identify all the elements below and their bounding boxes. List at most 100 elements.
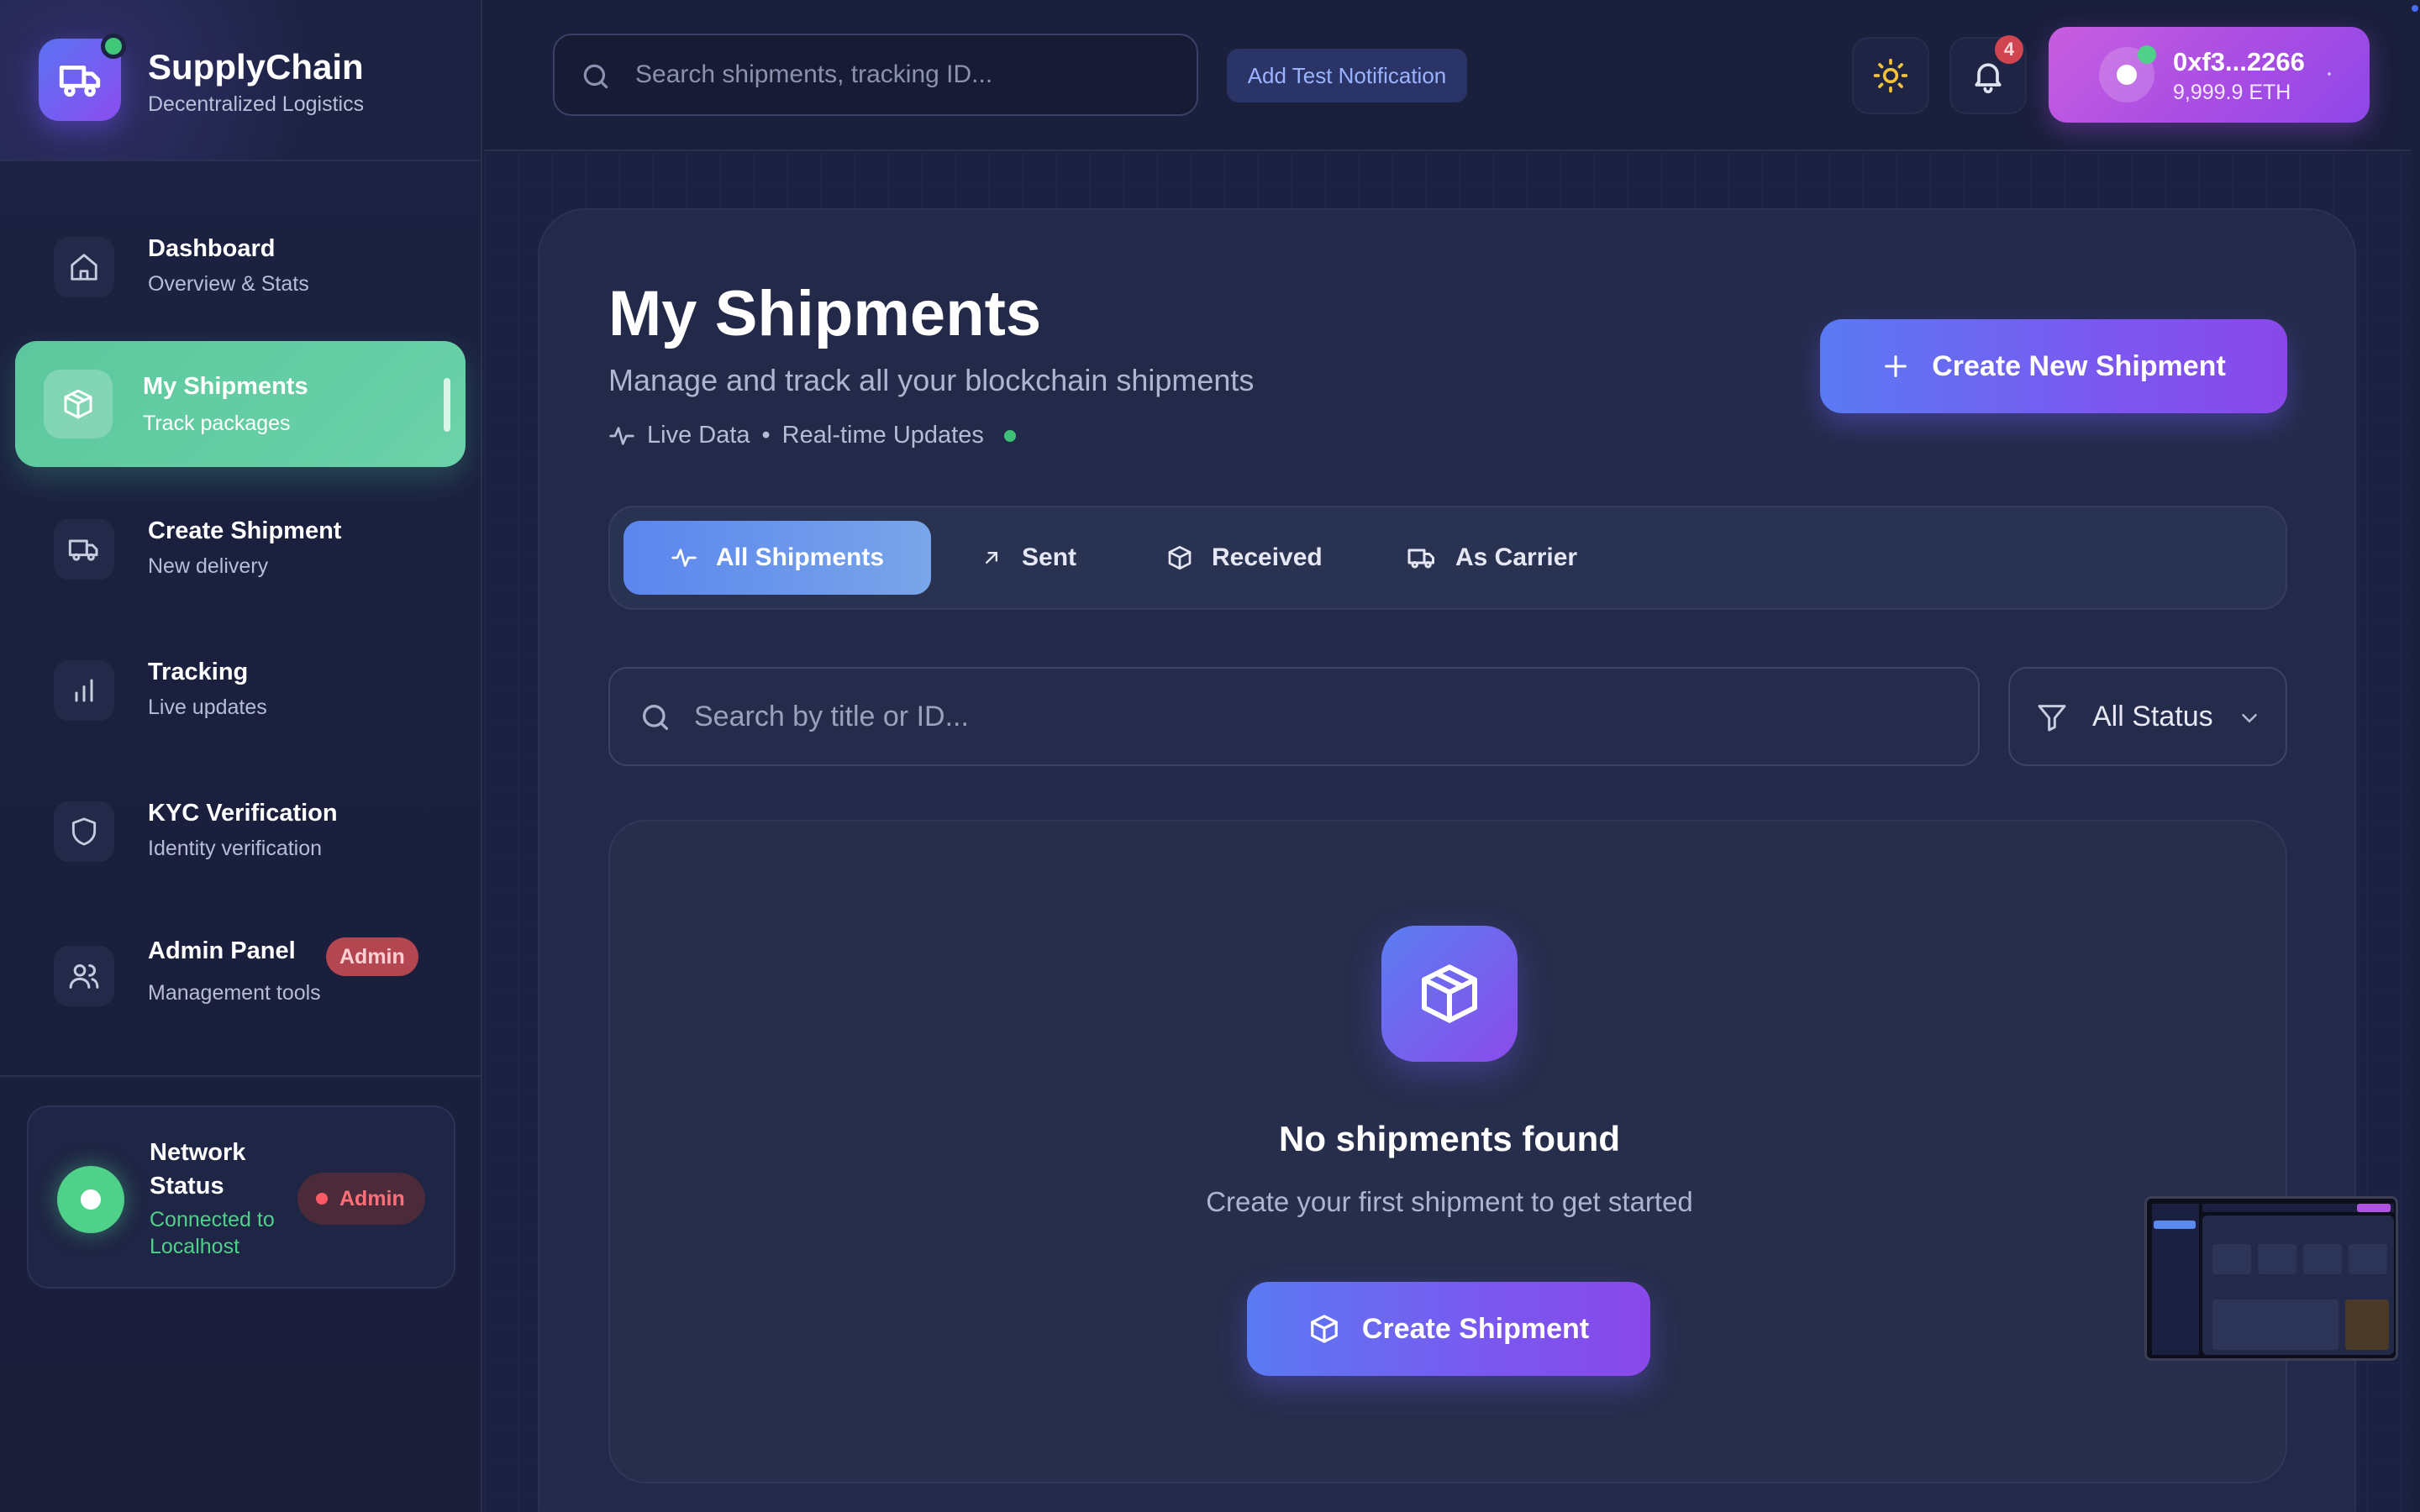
shipment-search-input[interactable]: Search by title or ID... [608,667,1980,766]
scrollbar-thumb[interactable] [2412,5,2418,12]
sidebar-item-subtitle: Overview & Stats [148,272,309,296]
network-admin-badge: Admin [297,1173,425,1225]
arrow-up-right-icon [986,552,997,564]
sidebar-item-admin-panel[interactable]: Admin Panel Admin Management tools [15,911,466,1037]
search-icon [583,64,608,89]
sidebar-item-title: Admin Panel [148,937,296,964]
wallet-balance: 9,999.9 ETH [2173,81,2291,104]
sidebar: SupplyChain Decentralized Logistics Dash… [0,0,482,1512]
page-subtitle: Manage and track all your blockchain shi… [608,363,1255,397]
brand-header: SupplyChain Decentralized Logistics [0,0,482,161]
live-indicator-dot [1003,429,1016,442]
preview-card [2345,1299,2389,1350]
package-icon [1311,1315,1338,1343]
sidebar-item-title: KYC Verification [148,800,338,827]
sidebar-item-subtitle: Management tools [148,981,321,1005]
preview-card [2212,1244,2251,1274]
wallet-connected-indicator [2138,45,2156,64]
preview-selected-item [2154,1221,2196,1229]
notification-count-badge: 4 [1995,35,2023,64]
sidebar-item-create-shipment[interactable]: Create Shipment New delivery [15,484,466,610]
sidebar-divider [0,1075,482,1077]
sidebar-item-kyc[interactable]: KYC Verification Identity verification [15,766,466,892]
add-test-notification-button[interactable]: Add Test Notification [1227,49,1467,102]
activity-icon [671,549,697,567]
package-icon [1422,964,1477,1023]
create-shipment-button[interactable]: Create Shipment [1247,1282,1650,1376]
badge-dot [316,1193,328,1205]
wallet-avatar [2099,45,2156,102]
sidebar-item-subtitle: Track packages [143,412,291,435]
bell-icon [1975,63,2002,94]
wallet-menu-indicator [2328,72,2331,76]
shield-icon [54,801,114,862]
empty-state-card: No shipments found Create your first shi… [608,820,2287,1483]
empty-state-icon [1381,926,1518,1062]
network-admin-badge-label: Admin [339,1186,405,1210]
live-status-row: Live Data • Real-time Updates [608,422,1016,449]
theme-toggle-button[interactable] [1852,37,1929,114]
create-shipment-label: Create Shipment [1361,1312,1590,1345]
network-status-title: Network Status [150,1139,246,1200]
create-new-shipment-button[interactable]: Create New Shipment [1820,319,2287,413]
sidebar-item-subtitle: New delivery [148,554,269,578]
create-new-shipment-label: Create New Shipment [1932,349,2226,382]
global-search-placeholder: Search shipments, tracking ID... [635,60,993,88]
sidebar-item-title: My Shipments [143,373,308,400]
truck-icon [54,519,114,580]
sidebar-item-title: Tracking [148,659,249,685]
wallet-address: 0xf3...2266 [2173,47,2305,76]
tab-label: Sent [1022,543,1077,571]
realtime-updates-label: Real-time Updates [781,422,984,449]
global-search-input[interactable]: Search shipments, tracking ID... [553,34,1198,116]
separator: • [761,422,771,449]
preview-card [2212,1299,2338,1350]
sun-icon [1873,58,1908,93]
admin-badge: Admin [326,937,418,976]
shipments-panel: My Shipments Manage and track all your b… [538,208,2356,1512]
truck-icon [59,66,101,97]
window-preview-thumbnail[interactable] [2144,1196,2398,1361]
activity-icon [609,426,634,445]
tab-received[interactable]: Received [1166,521,1323,595]
online-indicator [101,34,126,59]
top-header: Search shipments, tracking ID... Add Tes… [484,0,2412,151]
network-status-indicator [57,1166,124,1233]
filter-icon [2038,705,2066,732]
sidebar-item-tracking[interactable]: Tracking Live updates [15,625,466,751]
package-icon [1168,546,1192,570]
search-icon [643,705,668,730]
sidebar-item-dashboard[interactable]: Dashboard Overview & Stats [15,202,466,328]
plus-icon [1885,355,1907,377]
preview-wallet [2357,1204,2391,1212]
shipment-search-placeholder: Search by title or ID... [694,701,969,732]
truck-icon [1407,549,1434,569]
empty-state-subtitle: Create your first shipment to get starte… [1206,1186,1693,1217]
active-indicator [444,378,450,432]
network-status-text: Connected to Localhost [150,1208,275,1258]
tab-all-shipments[interactable]: All Shipments [623,521,931,595]
brand-subtitle: Decentralized Logistics [148,92,365,116]
sidebar-item-subtitle: Live updates [148,696,267,719]
brand-title: SupplyChain [148,47,364,87]
package-icon [44,370,113,438]
tab-sent[interactable]: Sent [980,521,1076,595]
preview-card [2349,1244,2387,1274]
tab-as-carrier[interactable]: As Carrier [1407,521,1577,595]
wallet-button[interactable]: 0xf3...2266 9,999.9 ETH [2049,27,2370,123]
notifications-button[interactable]: 4 [1949,35,2027,114]
status-filter-select[interactable]: All Status [2008,667,2287,766]
tab-label: All Shipments [715,543,885,571]
bar-chart-icon [54,660,114,721]
status-filter-value: All Status [2092,701,2213,732]
brand-logo[interactable] [39,34,126,121]
tab-label: Received [1212,543,1323,571]
scrollbar[interactable] [2412,0,2420,1512]
app-root: SupplyChain Decentralized Logistics Dash… [0,0,2420,1512]
tab-label: As Carrier [1455,543,1578,571]
preview-card [2303,1244,2342,1274]
shipment-tabs: All Shipments Sent Received As Carrier [608,506,2287,610]
chevron-down-icon [2242,714,2257,723]
sidebar-item-my-shipments[interactable]: My Shipments Track packages [15,341,466,467]
empty-state-title: No shipments found [1279,1119,1620,1158]
